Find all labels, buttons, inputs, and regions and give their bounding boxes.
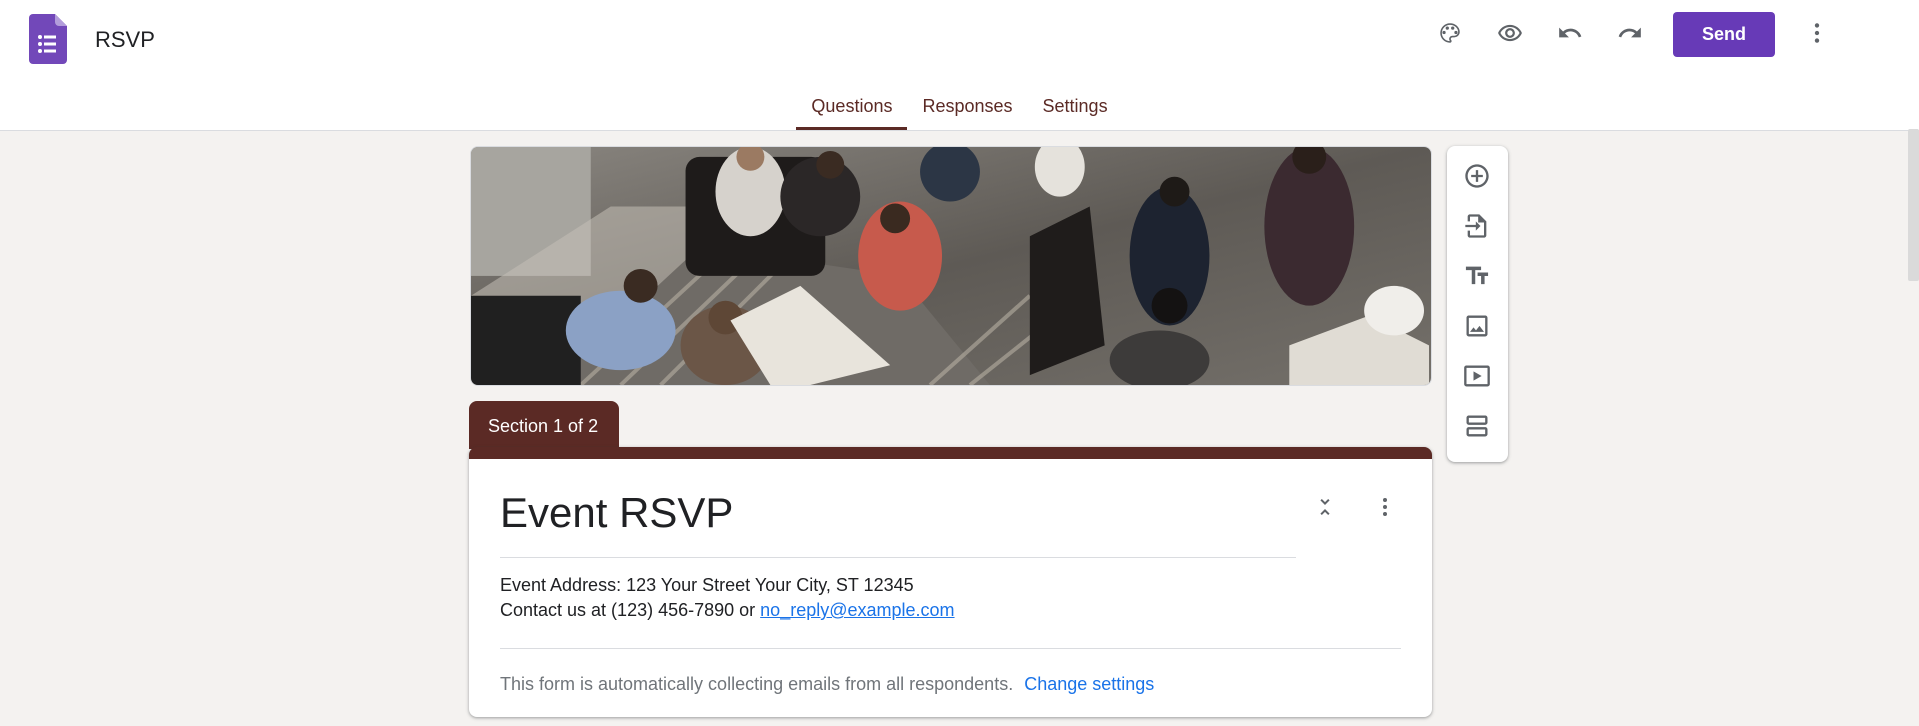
add-question-button[interactable]	[1457, 158, 1497, 198]
header-banner-image	[470, 146, 1432, 386]
contact-email-link[interactable]: no_reply@example.com	[760, 600, 954, 620]
form-description[interactable]: Event Address: 123 Your Street Your City…	[500, 573, 955, 623]
document-title[interactable]: RSVP	[95, 27, 155, 53]
floating-toolbar	[1447, 146, 1508, 462]
tab-responses[interactable]: Responses	[907, 92, 1027, 130]
add-question-icon	[1463, 162, 1491, 195]
add-image-button[interactable]	[1457, 308, 1497, 348]
redo-icon	[1617, 20, 1643, 51]
add-title-icon	[1463, 262, 1491, 295]
add-image-icon	[1463, 312, 1491, 345]
scrollbar-thumb[interactable]	[1908, 129, 1919, 281]
more-vert-icon	[1804, 20, 1830, 51]
undo-button[interactable]	[1550, 15, 1590, 55]
preview-button[interactable]	[1490, 15, 1530, 55]
section-label-tab: Section 1 of 2	[469, 401, 619, 449]
email-collection-text: This form is automatically collecting em…	[500, 674, 1014, 694]
customize-theme-button[interactable]	[1430, 15, 1470, 55]
import-questions-icon	[1463, 212, 1491, 245]
tab-settings[interactable]: Settings	[1028, 92, 1123, 130]
add-section-icon	[1463, 412, 1491, 445]
undo-icon	[1557, 20, 1583, 51]
more-vert-icon	[1373, 495, 1397, 524]
add-video-icon	[1463, 362, 1491, 395]
forms-logo-icon[interactable]	[29, 14, 67, 64]
redo-button[interactable]	[1610, 15, 1650, 55]
email-collection-note: This form is automatically collecting em…	[500, 674, 1154, 695]
tab-questions[interactable]: Questions	[796, 92, 908, 130]
form-tabs: Questions Responses Settings	[0, 92, 1919, 130]
eye-icon	[1497, 20, 1523, 51]
section-more-options-button[interactable]	[1367, 491, 1403, 527]
add-video-button[interactable]	[1457, 358, 1497, 398]
collapse-section-button[interactable]	[1307, 491, 1343, 527]
form-header-card[interactable]: Event RSVP Event Address: 123 Your Stree…	[469, 447, 1432, 717]
event-address: Event Address: 123 Your Street Your City…	[500, 575, 914, 595]
change-settings-link[interactable]: Change settings	[1024, 674, 1154, 694]
add-section-button[interactable]	[1457, 408, 1497, 448]
add-title-button[interactable]	[1457, 258, 1497, 298]
collapse-icon	[1313, 495, 1337, 524]
contact-prefix: Contact us at (123) 456-7890 or	[500, 600, 756, 620]
import-questions-button[interactable]	[1457, 208, 1497, 248]
title-underline	[500, 557, 1296, 558]
contact-line: Contact us at (123) 456-7890 or no_reply…	[500, 598, 955, 623]
form-title[interactable]: Event RSVP	[500, 488, 733, 538]
card-divider	[500, 648, 1401, 649]
send-button[interactable]: Send	[1673, 12, 1775, 57]
more-options-button[interactable]	[1797, 15, 1837, 55]
palette-icon	[1437, 20, 1463, 51]
app-header: RSVP Send Questions Responses Settings	[0, 0, 1919, 131]
